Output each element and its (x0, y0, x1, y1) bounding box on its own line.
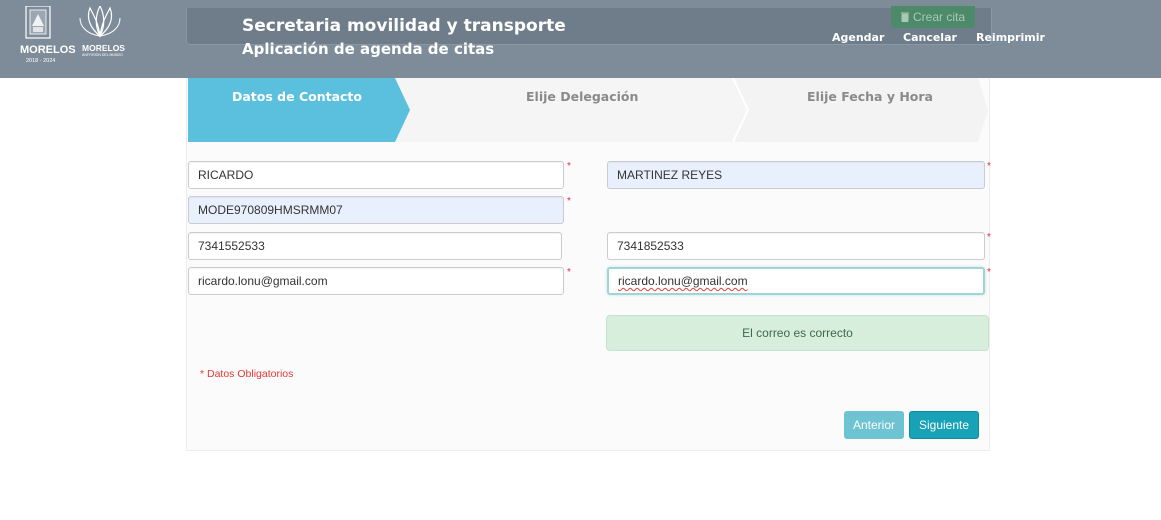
step-datos-contacto[interactable]: Datos de Contacto (232, 89, 362, 104)
step-3-shape (733, 78, 988, 142)
logo-left-text: MORELOS (20, 44, 76, 56)
nav-reimprimir[interactable]: Reimprimir (976, 31, 1045, 44)
apellidos-required-mark: * (987, 161, 991, 172)
step-elije-fecha-hora[interactable]: Elije Fecha y Hora (807, 89, 933, 104)
morelos-leaf-logo (79, 6, 121, 38)
correo-required-mark: * (567, 267, 571, 278)
telefono2-required-mark: * (987, 232, 991, 243)
nav-cancelar[interactable]: Cancelar (903, 31, 957, 44)
curp-required-mark: * (567, 196, 571, 207)
nav-agendar[interactable]: Agendar (832, 31, 884, 44)
nombre-required-mark: * (567, 161, 571, 172)
correo-confirm-value: ricardo.lonu@gmail.com (618, 274, 748, 288)
step-1-shape (188, 78, 410, 142)
correo-field[interactable]: ricardo.lonu@gmail.com (188, 267, 564, 295)
siguiente-button[interactable]: Siguiente (909, 411, 979, 439)
email-valid-alert: El correo es correcto (606, 315, 989, 351)
correo-confirm-required-mark: * (987, 267, 991, 278)
step-2-shape (395, 78, 748, 142)
trash-icon (900, 12, 909, 22)
app-header: MORELOS 2018 - 2024 MORELOS ANFITRIÓN DE… (0, 0, 1161, 78)
apellidos-field[interactable]: MARTINEZ REYES (607, 161, 985, 189)
page-subtitle: Aplicación de agenda de citas (242, 40, 495, 58)
correo-confirm-field[interactable]: ricardo.lonu@gmail.com (607, 267, 985, 295)
telefono2-field[interactable]: 7341852533 (607, 232, 985, 260)
telefono-field[interactable]: 7341552533 (188, 232, 562, 260)
steps-wizard (188, 78, 988, 142)
datos-obligatorios-note: * Datos Obligatorios (200, 368, 294, 380)
crear-cita-button[interactable]: Crear cita (891, 6, 975, 28)
step-elije-delegacion[interactable]: Elije Delegación (526, 89, 638, 104)
nombre-field[interactable]: RICARDO (188, 161, 564, 189)
page-title: Secretaria movilidad y transporte (242, 16, 566, 36)
anterior-button[interactable]: Anterior (844, 411, 904, 439)
crear-cita-label: Crear cita (912, 10, 965, 24)
logo-right-sub: ANFITRIÓN DEL MUNDO (82, 53, 123, 57)
logo-right-text: MORELOS (82, 43, 125, 53)
morelos-shield-logo (25, 6, 51, 39)
curp-field[interactable]: MODE970809HMSRMM07 (188, 196, 564, 224)
logo-left-years: 2018 - 2024 (26, 58, 56, 64)
